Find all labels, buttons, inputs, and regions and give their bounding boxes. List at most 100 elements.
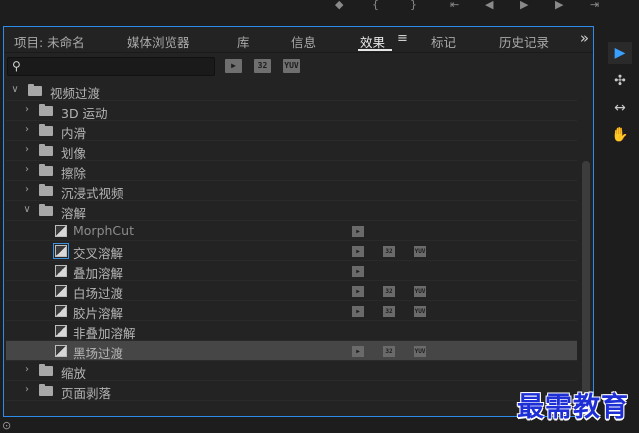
tree-folder-wipe[interactable]: › 擦除 <box>6 161 577 181</box>
chevron-right-icon[interactable]: › <box>22 104 32 115</box>
creative-cloud-icon[interactable]: ⊙ <box>2 419 11 432</box>
accelerated-badge-icon: ▶ <box>352 306 364 317</box>
selection-tool-icon[interactable]: ▶ <box>608 42 632 64</box>
chevron-right-icon[interactable]: › <box>22 164 32 175</box>
transition-icon <box>55 325 67 337</box>
chevron-right-icon[interactable]: › <box>22 144 32 155</box>
transition-icon <box>55 225 67 237</box>
chevron-right-icon[interactable]: › <box>22 384 32 395</box>
folder-icon <box>28 84 42 96</box>
tree-folder-dissolve[interactable]: ∨ 溶解 <box>6 201 577 221</box>
folder-icon <box>39 364 53 376</box>
track-select-tool-icon[interactable]: ✣ <box>608 70 632 92</box>
transition-label: 交叉溶解 <box>73 246 124 261</box>
tools-panel: ▶ ✣ ↔ ✋ <box>599 30 639 410</box>
tree-folder-immersive-video[interactable]: › 沉浸式视频 <box>6 181 577 201</box>
folder-icon <box>39 184 53 196</box>
transition-label: 非叠加溶解 <box>73 326 136 341</box>
transition-label: 叠加溶解 <box>73 266 124 281</box>
32bit-badge-icon: 32 <box>383 246 395 257</box>
play-icon[interactable]: ▶ <box>520 0 528 10</box>
folder-icon <box>39 104 53 116</box>
watermark: 最需教育 <box>517 392 629 423</box>
folder-label: 擦除 <box>61 166 87 181</box>
chevron-down-icon[interactable]: ∨ <box>22 204 32 215</box>
32bit-badge-icon: 32 <box>383 306 395 317</box>
accelerated-badge-icon: ▶ <box>352 246 364 257</box>
tab-media-browser[interactable]: 媒体浏览器 <box>127 32 190 51</box>
transition-item-dip-to-black[interactable]: 黑场过渡 ▶ 32 YUV <box>6 341 577 361</box>
tab-info[interactable]: 信息 <box>291 32 316 51</box>
tab-libraries[interactable]: 库 <box>237 32 250 51</box>
chevron-right-icon[interactable]: › <box>22 184 32 195</box>
search-input[interactable] <box>26 59 211 74</box>
hand-tool-icon[interactable]: ✋ <box>608 124 632 146</box>
folder-label: 3D 运动 <box>61 106 108 121</box>
tree-folder-iris[interactable]: › 划像 <box>6 141 577 161</box>
folder-icon <box>39 164 53 176</box>
ripple-edit-tool-icon[interactable]: ↔ <box>608 97 632 119</box>
transition-icon <box>55 305 67 317</box>
folder-label: 视频过渡 <box>50 86 101 101</box>
transition-icon <box>55 345 67 357</box>
transition-item-additive-dissolve[interactable]: 叠加溶解 ▶ <box>6 261 577 281</box>
panel-menu-icon[interactable]: ≡ <box>397 31 408 46</box>
vertical-scrollbar[interactable] <box>581 81 591 417</box>
folder-icon <box>39 204 53 216</box>
tab-project[interactable]: 项目: 未命名 <box>14 32 85 51</box>
folder-icon <box>39 124 53 136</box>
tab-overflow-icon[interactable]: » <box>580 29 589 47</box>
search-icon: ⚲ <box>12 59 21 73</box>
active-tab-indicator <box>358 49 392 51</box>
accelerated-effects-filter-button[interactable]: ▶ <box>225 59 242 73</box>
folder-label: 沉浸式视频 <box>61 186 124 201</box>
tree-folder-page-peel[interactable]: › 页面剥落 <box>6 381 577 401</box>
accelerated-badge-icon: ▶ <box>352 286 364 297</box>
tree-folder-slide[interactable]: › 内滑 <box>6 121 577 141</box>
transition-icon <box>55 285 67 297</box>
tab-history[interactable]: 历史记录 <box>499 32 549 51</box>
transition-label: 黑场过渡 <box>73 346 124 361</box>
accelerated-badge-icon: ▶ <box>352 346 364 357</box>
search-box[interactable]: ⚲ <box>7 57 215 76</box>
transition-item-cross-dissolve[interactable]: 交叉溶解 ▶ 32 YUV <box>6 241 577 261</box>
transition-item-dip-to-white[interactable]: 白场过渡 ▶ 32 YUV <box>6 281 577 301</box>
marker-icon[interactable]: ◆ <box>335 0 343 10</box>
transition-item-non-additive-dissolve[interactable]: 非叠加溶解 <box>6 321 577 341</box>
chevron-right-icon[interactable]: › <box>22 364 32 375</box>
transition-label: 胶片溶解 <box>73 306 124 321</box>
panel-tab-bar: 项目: 未命名 媒体浏览器 库 信息 效果 ≡ 标记 历史记录 » <box>4 27 593 53</box>
scrollbar-thumb[interactable] <box>582 161 590 417</box>
folder-label: 缩放 <box>61 366 87 381</box>
in-point-icon[interactable]: { <box>372 0 379 10</box>
effects-panel: 项目: 未命名 媒体浏览器 库 信息 效果 ≡ 标记 历史记录 » ⚲ ▶ 32… <box>3 26 594 417</box>
accelerated-badge-icon: ▶ <box>352 226 364 237</box>
tree-folder-zoom[interactable]: › 缩放 <box>6 361 577 381</box>
transition-item-morphcut[interactable]: MorphCut ▶ <box>6 221 577 241</box>
yuv-filter-button[interactable]: YUV <box>283 59 300 73</box>
transition-label: 白场过渡 <box>73 286 124 301</box>
accelerated-badge-icon: ▶ <box>352 266 364 277</box>
go-to-out-icon[interactable]: ⇥ <box>590 0 599 10</box>
out-point-icon[interactable]: } <box>410 0 417 10</box>
transition-label: MorphCut <box>73 223 134 238</box>
transition-icon <box>55 265 67 277</box>
tab-markers[interactable]: 标记 <box>431 32 456 51</box>
chevron-down-icon[interactable]: ∨ <box>10 84 20 95</box>
32bit-badge-icon: 32 <box>383 286 395 297</box>
go-to-in-icon[interactable]: ⇤ <box>450 0 459 10</box>
chevron-right-icon[interactable]: › <box>22 124 32 135</box>
top-toolbar: ◆ { } ⇤ ◀ ▶ ▶ ⇥ <box>0 0 639 24</box>
32bit-badge-icon: 32 <box>383 346 395 357</box>
yuv-badge-icon: YUV <box>414 306 426 317</box>
folder-icon <box>39 384 53 396</box>
32bit-filter-button[interactable]: 32 <box>254 59 271 73</box>
transition-item-film-dissolve[interactable]: 胶片溶解 ▶ 32 YUV <box>6 301 577 321</box>
yuv-badge-icon: YUV <box>414 346 426 357</box>
tree-folder-video-transitions[interactable]: ∨ 视频过渡 <box>6 81 577 101</box>
step-back-icon[interactable]: ◀ <box>485 0 493 10</box>
search-row: ⚲ ▶ 32 YUV <box>4 54 593 80</box>
step-forward-icon[interactable]: ▶ <box>555 0 563 10</box>
tree-folder-3d-motion[interactable]: › 3D 运动 <box>6 101 577 121</box>
folder-label: 划像 <box>61 146 87 161</box>
